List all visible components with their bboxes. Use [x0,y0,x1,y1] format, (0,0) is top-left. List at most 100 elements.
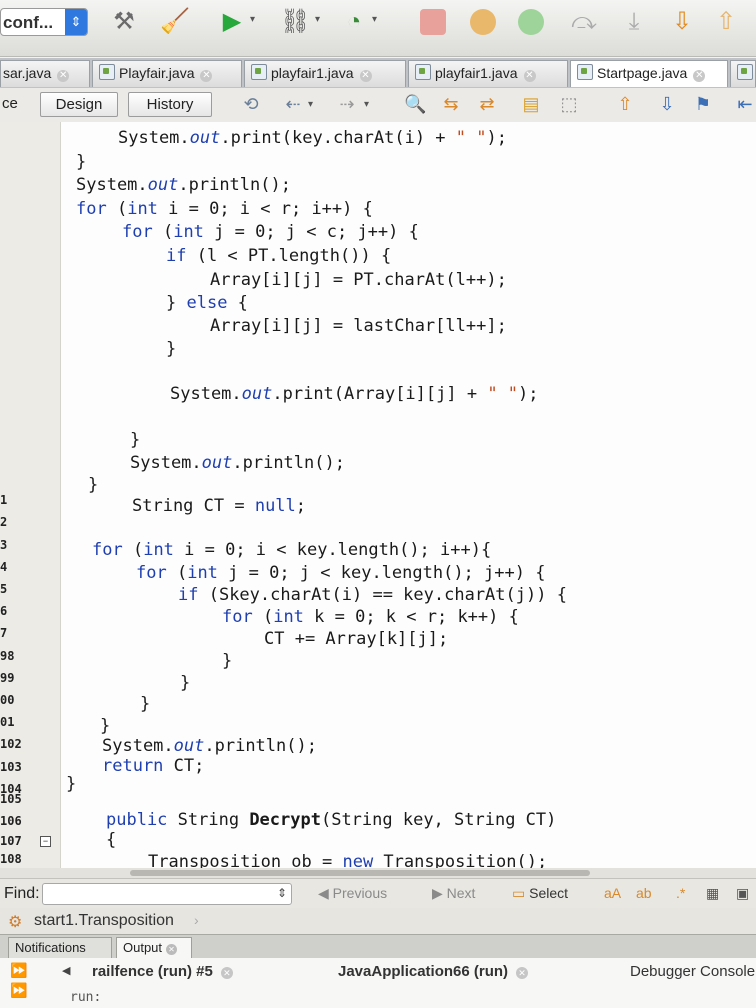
tab-sar-java[interactable]: sar.java ✕ [0,60,90,87]
close-icon[interactable]: ✕ [57,70,70,82]
scrollbar-thumb[interactable] [130,870,590,876]
continue-icon[interactable] [518,9,544,35]
pause-icon[interactable] [470,9,496,35]
profile-dropdown-icon[interactable]: ▾ [372,14,377,25]
tab-label: playfair1.java [435,65,518,81]
wrap-around-icon[interactable]: ▣ [736,885,749,902]
code-line: Array[i][j] = lastChar[ll++]; [210,316,507,336]
debug-icon[interactable]: ⛓ [280,8,310,36]
find-next-button[interactable]: ▶ Next [432,885,475,902]
stop-icon[interactable] [420,9,446,35]
next-icon: ▶ [432,885,447,901]
back-dropdown-icon[interactable]: ▾ [308,99,313,110]
line-number: 4 [0,560,8,574]
code-editor[interactable]: 1 2 3 4 5 6 7 98 99 00 01 102 103 104 10… [0,122,756,868]
line-number: 108 [0,852,22,866]
find-previous-icon[interactable]: ⇆ [440,93,462,115]
next-bookmark-icon[interactable]: ⇩ [656,93,678,115]
clean-build-icon[interactable]: 🧹 [160,8,190,36]
tab-label: Startpage.java [597,65,688,81]
code-line: { [106,830,117,850]
find-label: Find: [4,885,40,902]
whole-words-icon[interactable]: ab [636,885,652,901]
build-hammer-icon[interactable]: ⚒ [110,8,138,36]
main-toolbar: conf... ⇕ ⚒ 🧹 ▶ ▾ ⛓ ▾ ◔ ▾ ⤼ ⤓ ⇩ ⇧ [0,0,756,57]
code-line: } [100,716,111,736]
profile-icon[interactable]: ◔ [340,8,368,36]
forward-icon[interactable]: ⇢ [336,93,358,115]
code-line: } [166,339,177,359]
tab-notifications[interactable]: Notifications [8,937,112,958]
tab-playfair-java[interactable]: Playfair.java ✕ [92,60,242,87]
line-number: 00 [0,693,15,707]
configuration-dropdown[interactable]: conf... ⇕ [0,8,88,36]
run-dropdown-icon[interactable]: ▾ [250,14,255,25]
line-number: 1 [0,493,8,507]
find-icon[interactable]: 🔍 [404,93,426,115]
source-tab-fragment[interactable]: ce [2,95,18,112]
shift-line-icon[interactable]: ⇤ [734,93,756,115]
rect-select-icon[interactable]: ⬚ [558,93,580,115]
design-tab[interactable]: Design [40,92,118,117]
output-tab-railfence[interactable]: railfence (run) #5 ✕ [92,960,233,984]
close-icon[interactable]: ✕ [516,967,529,979]
breadcrumb-item[interactable]: start1.Transposition [34,912,174,930]
back-icon[interactable]: ⇠ [282,93,304,115]
run-icon[interactable]: ▶ [218,8,246,36]
highlight-results-icon[interactable]: ▦ [706,885,719,902]
tab-playfair1-java-2[interactable]: playfair1.java ✕ [408,60,568,87]
code-line: CT += Array[k][j]; [264,629,449,649]
chevron-updown-icon[interactable]: ⇕ [277,886,287,900]
line-number: 107 [0,834,22,848]
output-text: run: [70,990,102,1005]
last-edit-icon[interactable]: ⟲ [240,93,262,115]
code-line: return CT; [102,756,205,776]
close-icon[interactable]: ✕ [359,70,372,82]
scroll-left-icon[interactable]: ◀ [62,964,70,977]
output-tab-debugger-console[interactable]: Debugger Console [630,960,755,984]
close-icon[interactable]: ✕ [693,70,706,82]
close-icon[interactable]: ✕ [200,70,213,82]
find-bar: Find: ⇕ ◀ Previous ▶ Next ▭ Select aA ab… [0,878,756,909]
close-icon[interactable]: ✕ [166,944,178,955]
prev-bookmark-icon[interactable]: ⇧ [614,93,636,115]
code-line: System.out.println(); [76,175,291,195]
rerun-params-icon[interactable]: ⏩ [10,982,27,999]
tab-list-button[interactable] [730,60,756,87]
close-icon[interactable]: ✕ [523,70,536,82]
tab-output[interactable]: Output ✕ [116,937,192,958]
line-number: 99 [0,671,15,685]
breadcrumb: ⚙ start1.Transposition › [0,908,756,934]
toggle-highlight-icon[interactable]: ▤ [520,93,542,115]
java-file-icon [99,64,115,80]
find-next-icon[interactable]: ⇄ [476,93,498,115]
rerun-icon[interactable]: ⏩ [10,962,27,979]
match-case-icon[interactable]: aA [604,885,621,901]
step-into-icon[interactable]: ⤓ [620,8,648,36]
line-number-gutter: 1 2 3 4 5 6 7 98 99 00 01 102 103 104 10… [0,122,61,868]
regex-icon[interactable]: .* [676,885,685,901]
find-select-button[interactable]: ▭ Select [512,885,568,902]
code-line: public String Decrypt(String key, String… [106,810,557,830]
debug-dropdown-icon[interactable]: ▾ [315,14,320,25]
find-input[interactable]: ⇕ [42,883,292,905]
code-line: } [140,694,151,714]
toggle-bookmark-icon[interactable]: ⚑ [692,93,714,115]
step-out-icon[interactable]: ⇩ [668,8,696,36]
java-file-icon [251,64,267,80]
tab-playfair1-java[interactable]: playfair1.java ✕ [244,60,406,87]
code-line: System.out.println(); [102,736,317,756]
tab-label: sar.java [3,65,52,81]
tab-startpage-java[interactable]: Startpage.java ✕ [570,60,728,87]
history-tab[interactable]: History [128,92,212,117]
run-to-cursor-icon[interactable]: ⇧ [712,8,740,36]
bottom-panel-tabs: Notifications Output ✕ [0,934,756,959]
horizontal-scrollbar[interactable] [0,868,756,878]
find-previous-button[interactable]: ◀ Previous [318,885,387,902]
output-tab-javaapplication66[interactable]: JavaApplication66 (run) ✕ [338,960,529,984]
step-over-icon[interactable]: ⤼ [570,8,598,36]
close-icon[interactable]: ✕ [220,967,233,979]
fold-collapse-icon[interactable]: − [40,836,51,847]
forward-dropdown-icon[interactable]: ▾ [364,99,369,110]
line-number: 102 [0,737,22,751]
